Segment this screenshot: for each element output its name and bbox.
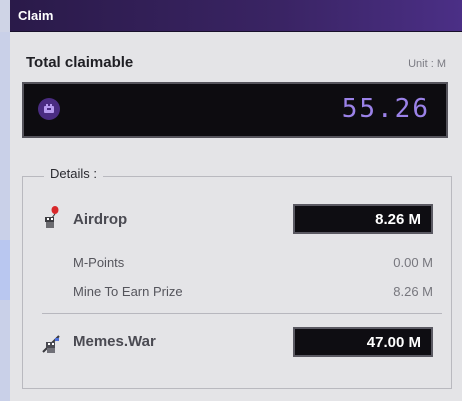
memes-war-value-field: 47.00 M xyxy=(293,327,433,357)
total-claimable-label: Total claimable xyxy=(26,54,134,71)
window-title: Claim xyxy=(18,8,54,23)
wallet-icon xyxy=(38,98,60,120)
details-legend: Details : xyxy=(44,166,103,181)
airdrop-label: Airdrop xyxy=(73,211,128,228)
memes-war-label: Memes.War xyxy=(73,333,156,350)
details-divider xyxy=(42,313,442,314)
m-points-value: 0.00 M xyxy=(393,255,433,270)
claim-window: Claim Total claimable Unit : M 55.26 Det… xyxy=(10,0,462,401)
mine-to-earn-prize-label: Mine To Earn Prize xyxy=(73,284,183,299)
warrior-character-icon xyxy=(40,333,62,355)
unit-label: Unit : M xyxy=(408,58,446,70)
total-claimable-display: 55.26 xyxy=(22,82,448,138)
window-titlebar[interactable]: Claim xyxy=(10,0,462,32)
airdrop-value-field: 8.26 M xyxy=(293,204,433,234)
m-points-label: M-Points xyxy=(73,255,125,270)
balloon-character-icon xyxy=(42,206,60,228)
mine-to-earn-prize-value: 8.26 M xyxy=(393,284,433,299)
total-claimable-value: 55.26 xyxy=(341,94,430,124)
airdrop-value: 8.26 M xyxy=(375,210,421,228)
memes-war-value: 47.00 M xyxy=(366,333,421,351)
